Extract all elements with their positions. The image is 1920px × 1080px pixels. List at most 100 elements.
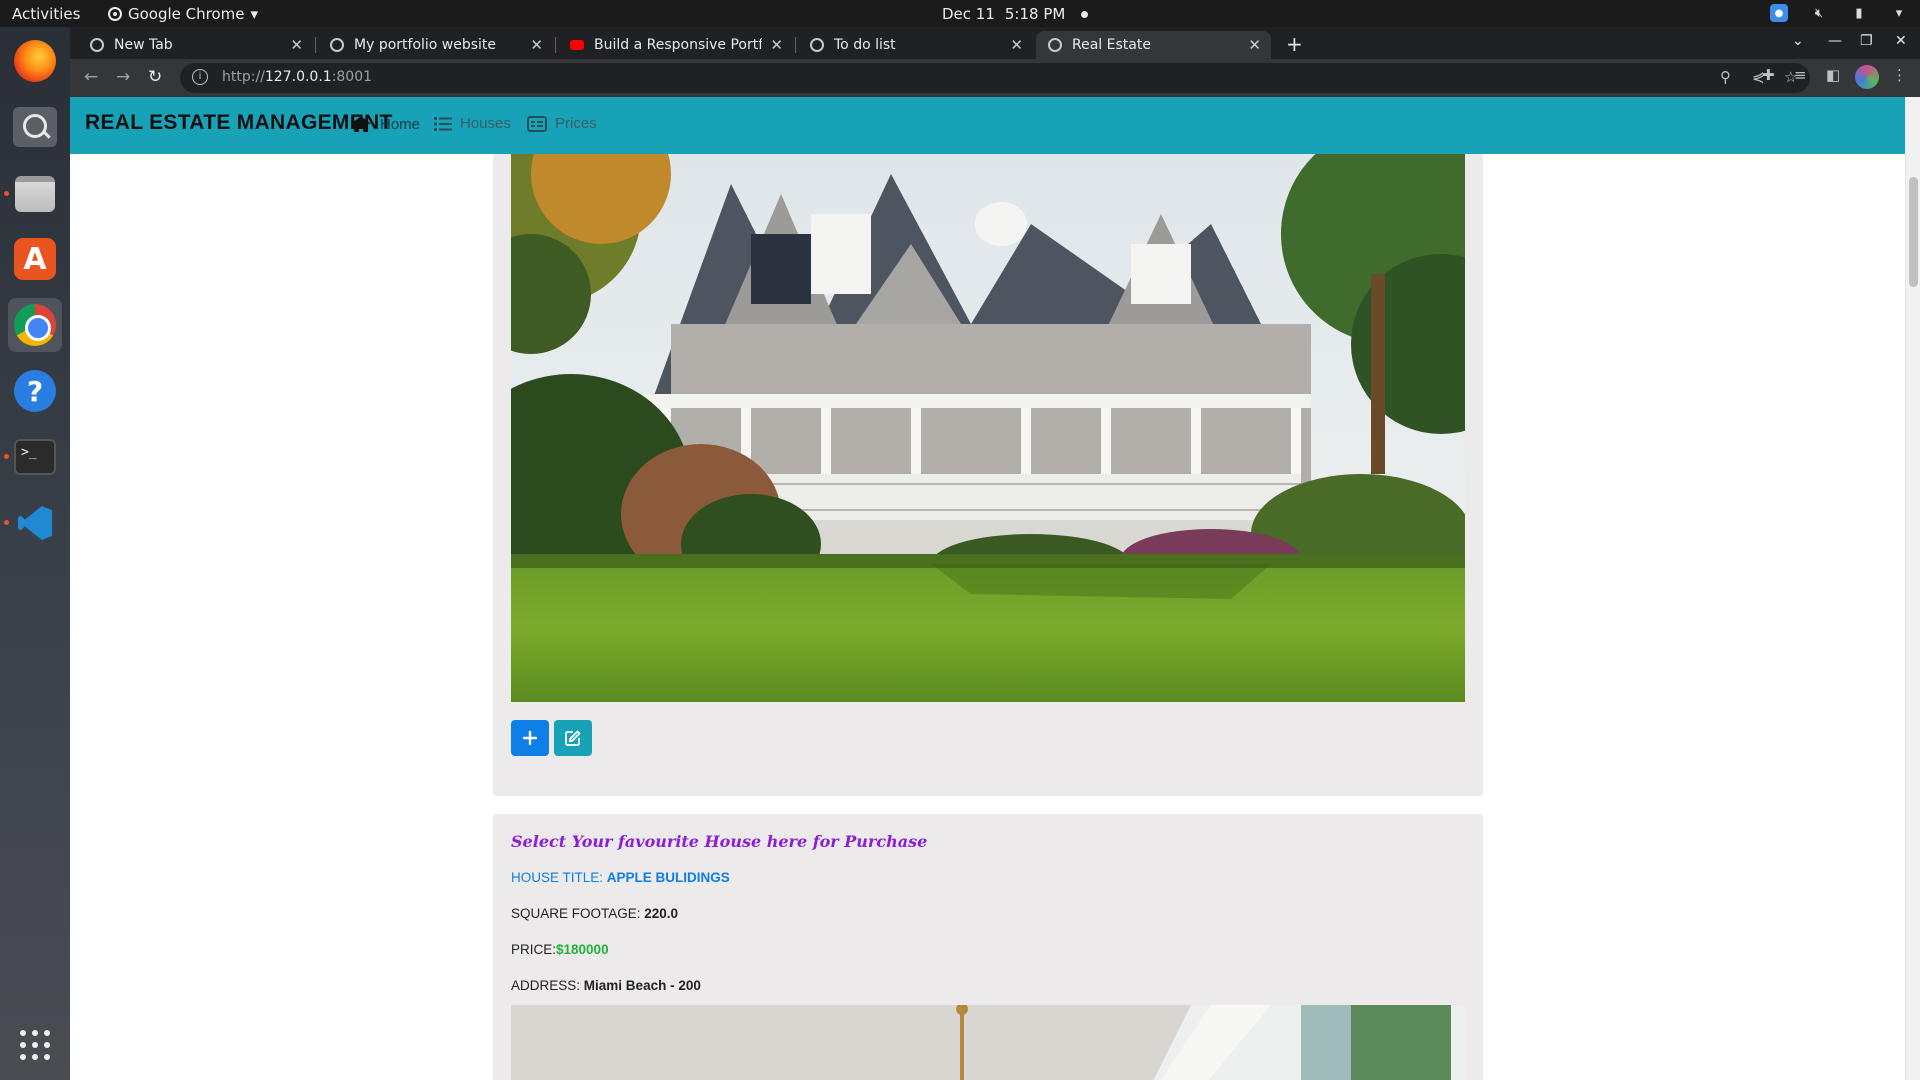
maximize-icon[interactable]: ❐	[1860, 33, 1873, 49]
running-indicator	[4, 191, 9, 196]
tab-real-estate[interactable]: Real Estate ✕	[1036, 31, 1271, 59]
nav-houses-label: Houses	[460, 115, 511, 132]
house-title-label: HOUSE TITLE:	[511, 870, 604, 885]
clock-time: 5:18 PM	[1004, 5, 1066, 23]
site-info-icon[interactable]: i	[192, 69, 208, 85]
reload-icon[interactable]: ↻	[148, 67, 162, 87]
system-menu-caret-icon[interactable]: ▾	[1890, 4, 1908, 22]
page-viewport: Select Your favourite House here for Pur…	[70, 97, 1905, 1080]
profile-avatar[interactable]	[1855, 65, 1879, 89]
tab-close-icon[interactable]: ✕	[770, 36, 783, 54]
price-value: $180000	[556, 942, 609, 957]
globe-icon	[810, 38, 824, 52]
app-grid-icon	[17, 1027, 53, 1063]
tab-title: Build a Responsive Portfo	[594, 37, 763, 53]
tab-youtube[interactable]: Build a Responsive Portfo ✕	[558, 31, 793, 59]
plus-icon	[522, 730, 538, 746]
minimize-icon[interactable]: —	[1828, 33, 1842, 49]
dock-terminal[interactable]: >_	[4, 430, 62, 484]
tab-close-icon[interactable]: ✕	[290, 36, 303, 54]
terminal-icon: >_	[14, 439, 56, 475]
edit-house-button[interactable]	[554, 720, 592, 756]
show-applications-button[interactable]	[8, 1018, 62, 1072]
tab-title: Real Estate	[1072, 37, 1151, 53]
dock-firefox[interactable]	[8, 34, 62, 88]
list-icon	[434, 116, 452, 131]
dock-software[interactable]: A	[8, 232, 62, 286]
chrome-menu-icon[interactable]: ⋮	[1892, 66, 1907, 84]
url-text[interactable]: http://127.0.0.1:8001	[222, 69, 372, 85]
page-scrollbar[interactable]	[1905, 97, 1920, 1080]
notification-dot	[1081, 10, 1089, 18]
caret-down-icon: ▾	[250, 5, 259, 23]
running-indicator	[4, 520, 9, 525]
square-footage-row: SQUARE FOOTAGE: 220.0	[511, 906, 678, 921]
site-brand[interactable]: REAL ESTATE MANAGEMENT	[85, 111, 393, 135]
home-icon	[351, 116, 371, 132]
dock-help[interactable]: ?	[8, 364, 62, 418]
forward-icon[interactable]: →	[116, 67, 130, 87]
nav-home-label: Home	[380, 115, 421, 133]
address-row: ADDRESS: Miami Beach - 200	[511, 978, 701, 993]
address-bar[interactable]: i http://127.0.0.1:8001 ⚲ ⋞ ☆	[180, 63, 1810, 93]
tab-todo[interactable]: To do list ✕	[798, 31, 1033, 59]
square-footage-label: SQUARE FOOTAGE:	[511, 906, 641, 921]
browser-toolbar: ← → ↻ i http://127.0.0.1:8001 ⚲ ⋞ ☆ ✚ ≡ …	[70, 59, 1920, 97]
house-details-card: Select Your favourite House here for Pur…	[493, 814, 1483, 1080]
url-host: 127.0.0.1	[264, 69, 332, 85]
price-label: PRICE:	[511, 942, 557, 957]
browser-window: New Tab ✕ My portfolio website ✕ Build a…	[70, 27, 1920, 1080]
youtube-icon	[570, 40, 584, 50]
tab-close-icon[interactable]: ✕	[1010, 36, 1023, 54]
tab-portfolio[interactable]: My portfolio website ✕	[318, 31, 553, 59]
chat-icon[interactable]: ●	[1770, 4, 1788, 22]
tab-title: My portfolio website	[354, 37, 497, 53]
tab-separator	[795, 37, 796, 53]
nav-houses[interactable]: Houses	[434, 115, 511, 132]
tab-close-icon[interactable]: ✕	[530, 36, 543, 54]
url-scheme: http://	[222, 69, 265, 85]
running-indicator	[4, 454, 9, 459]
tab-strip: New Tab ✕ My portfolio website ✕ Build a…	[70, 27, 1920, 59]
tab-title: New Tab	[114, 37, 173, 53]
files-icon	[15, 176, 55, 212]
tab-new-tab[interactable]: New Tab ✕	[78, 31, 313, 59]
magnifier-icon	[13, 107, 57, 147]
scrollbar-thumb[interactable]	[1909, 177, 1918, 287]
tab-close-icon[interactable]: ✕	[1248, 36, 1261, 54]
tab-title: To do list	[834, 37, 896, 53]
close-window-icon[interactable]: ✕	[1895, 33, 1907, 49]
extensions-icon[interactable]: ✚	[1762, 66, 1775, 84]
zoom-icon[interactable]: ⚲	[1720, 68, 1731, 86]
address-label: ADDRESS:	[511, 978, 581, 993]
nav-prices[interactable]: Prices	[527, 115, 597, 132]
activities-button[interactable]: Activities	[12, 5, 80, 23]
interior-photo	[511, 1005, 1465, 1080]
tab-search-icon[interactable]: ⌄	[1792, 33, 1804, 49]
square-footage-value: 220.0	[644, 906, 679, 921]
house-photo	[511, 154, 1465, 702]
reading-list-icon[interactable]: ≡	[1794, 66, 1807, 84]
globe-icon	[1048, 38, 1062, 52]
dock-search[interactable]	[8, 100, 62, 154]
tab-separator	[555, 37, 556, 53]
side-panel-icon[interactable]: ◧	[1826, 66, 1840, 84]
system-tray[interactable]: ● 🔇︎ ▮ ▾	[1770, 4, 1908, 22]
app-menu[interactable]: Google Chrome ▾	[108, 5, 258, 23]
dock-chrome[interactable]	[8, 298, 62, 352]
battery-icon[interactable]: ▮	[1850, 4, 1868, 22]
volume-muted-icon[interactable]: 🔇︎	[1810, 4, 1828, 22]
back-icon[interactable]: ←	[84, 67, 98, 87]
globe-icon	[330, 38, 344, 52]
nav-home[interactable]: Home	[350, 115, 420, 133]
dock-files[interactable]	[4, 167, 62, 221]
dock-vscode[interactable]	[4, 496, 62, 550]
clock[interactable]: Dec 11 5:18 PM	[942, 5, 1089, 23]
house-title-row: HOUSE TITLE: APPLE BULIDINGS	[511, 870, 730, 885]
listing-heading: Select Your favourite House here for Pur…	[511, 832, 928, 851]
chrome-icon	[14, 304, 56, 346]
edit-icon	[565, 730, 581, 746]
add-house-button[interactable]	[511, 720, 549, 756]
new-tab-icon[interactable]: +	[1286, 32, 1303, 56]
address-value: Miami Beach - 200	[583, 978, 701, 993]
